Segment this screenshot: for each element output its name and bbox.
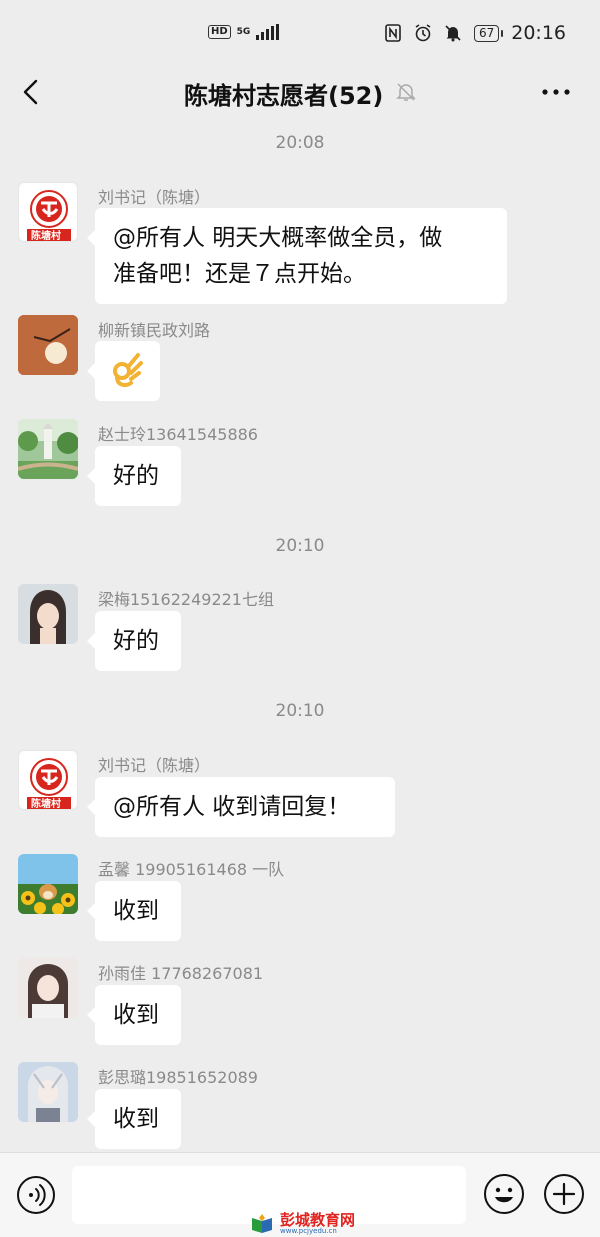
do-not-disturb-icon bbox=[444, 24, 462, 42]
sunflower-dog-icon bbox=[18, 854, 78, 914]
network-status: HD 5G bbox=[208, 24, 280, 40]
anime-girl-icon bbox=[18, 1062, 78, 1122]
book-logo-icon bbox=[252, 1214, 272, 1233]
sunset-bird-icon bbox=[18, 315, 78, 375]
avatar[interactable]: 陈塘村 bbox=[18, 750, 78, 810]
message-bubble[interactable]: 好的 bbox=[87, 446, 181, 506]
message-text-line: @所有人 收到请回复！ bbox=[113, 794, 351, 820]
more-horizontal-icon[interactable] bbox=[540, 80, 572, 104]
hd-badge: HD bbox=[208, 25, 231, 39]
message-text-line: 好的 bbox=[113, 463, 159, 489]
sender-name: 梁梅15162249221七组 bbox=[98, 590, 274, 609]
message-bubble[interactable] bbox=[87, 341, 160, 401]
status-bar: HD 5G 67 20:16 bbox=[0, 0, 600, 70]
sender-name: 彭思璐19851652089 bbox=[98, 1068, 258, 1087]
signal-icon bbox=[256, 24, 280, 40]
emoji-icon[interactable] bbox=[483, 1173, 525, 1215]
network-type: 5G bbox=[236, 26, 251, 37]
avatar[interactable] bbox=[18, 419, 78, 479]
sender-name: 赵士玲13641545886 bbox=[98, 425, 258, 444]
message-text-line: 收到 bbox=[113, 1002, 159, 1028]
chat-timestamp: 20:10 bbox=[275, 536, 325, 556]
avatar[interactable] bbox=[18, 958, 78, 1018]
chat-header: 陈塘村志愿者(52) bbox=[0, 70, 600, 118]
watermark-title: 彭城教育网 bbox=[280, 1211, 356, 1229]
message-bubble[interactable]: 收到 bbox=[87, 985, 181, 1045]
voice-input-icon[interactable] bbox=[16, 1175, 56, 1215]
sender-name: 刘书记（陈塘） bbox=[98, 756, 211, 775]
chat-timestamp: 20:10 bbox=[275, 701, 325, 721]
status-right: 67 20:16 bbox=[384, 22, 566, 44]
message-text-line: 收到 bbox=[113, 898, 159, 924]
watermark-text: 彭城教育网 www.pcjyedu.cn bbox=[280, 1211, 356, 1236]
message-bubble[interactable]: 收到 bbox=[87, 1089, 181, 1149]
message-text-line: 准备吧！还是７点开始。 bbox=[113, 261, 366, 287]
sender-name: 柳新镇民政刘路 bbox=[98, 321, 211, 340]
message-bubble[interactable]: @所有人 明天大概率做全员，做 准备吧！还是７点开始。 bbox=[87, 208, 507, 304]
garden-scene-icon bbox=[18, 419, 78, 479]
avatar[interactable]: 陈塘村 bbox=[18, 182, 78, 242]
sender-name: 孙雨佳 17768267081 bbox=[98, 964, 264, 983]
chevron-left-icon[interactable] bbox=[16, 76, 48, 108]
message-bubble[interactable]: 好的 bbox=[87, 611, 181, 671]
sender-name: 刘书记（陈塘） bbox=[98, 188, 211, 207]
watermark: 彭城教育网 www.pcjyedu.cn bbox=[250, 1212, 355, 1236]
avatar[interactable] bbox=[18, 854, 78, 914]
sender-name: 孟馨 19905161468 一队 bbox=[98, 860, 285, 879]
alarm-icon bbox=[414, 24, 432, 42]
message-bubble[interactable]: 收到 bbox=[87, 881, 181, 941]
chat-title: 陈塘村志愿者(52) bbox=[184, 82, 384, 110]
village-logo-text: 陈塘村 bbox=[31, 231, 61, 242]
ok-hand-emoji-icon bbox=[113, 353, 143, 387]
message-text-line: 好的 bbox=[113, 628, 159, 654]
portrait-girl-icon bbox=[18, 958, 78, 1018]
nfc-icon bbox=[384, 24, 402, 42]
message-bubble[interactable]: @所有人 收到请回复！ bbox=[87, 777, 395, 837]
chat-title-group: 陈塘村志愿者(52) bbox=[184, 76, 417, 111]
plus-icon[interactable] bbox=[543, 1173, 585, 1215]
status-time: 20:16 bbox=[511, 22, 566, 44]
portrait-woman-icon bbox=[18, 584, 78, 644]
village-logo-text: 陈塘村 bbox=[31, 799, 61, 810]
chat-timestamp: 20:08 bbox=[275, 133, 325, 153]
battery-indicator: 67 bbox=[473, 24, 504, 42]
bell-off-icon bbox=[395, 81, 417, 107]
avatar[interactable] bbox=[18, 315, 78, 375]
message-text-line: 收到 bbox=[113, 1106, 159, 1132]
avatar[interactable] bbox=[18, 1062, 78, 1122]
message-text-line: @所有人 明天大概率做全员，做 bbox=[113, 225, 443, 251]
avatar[interactable] bbox=[18, 584, 78, 644]
